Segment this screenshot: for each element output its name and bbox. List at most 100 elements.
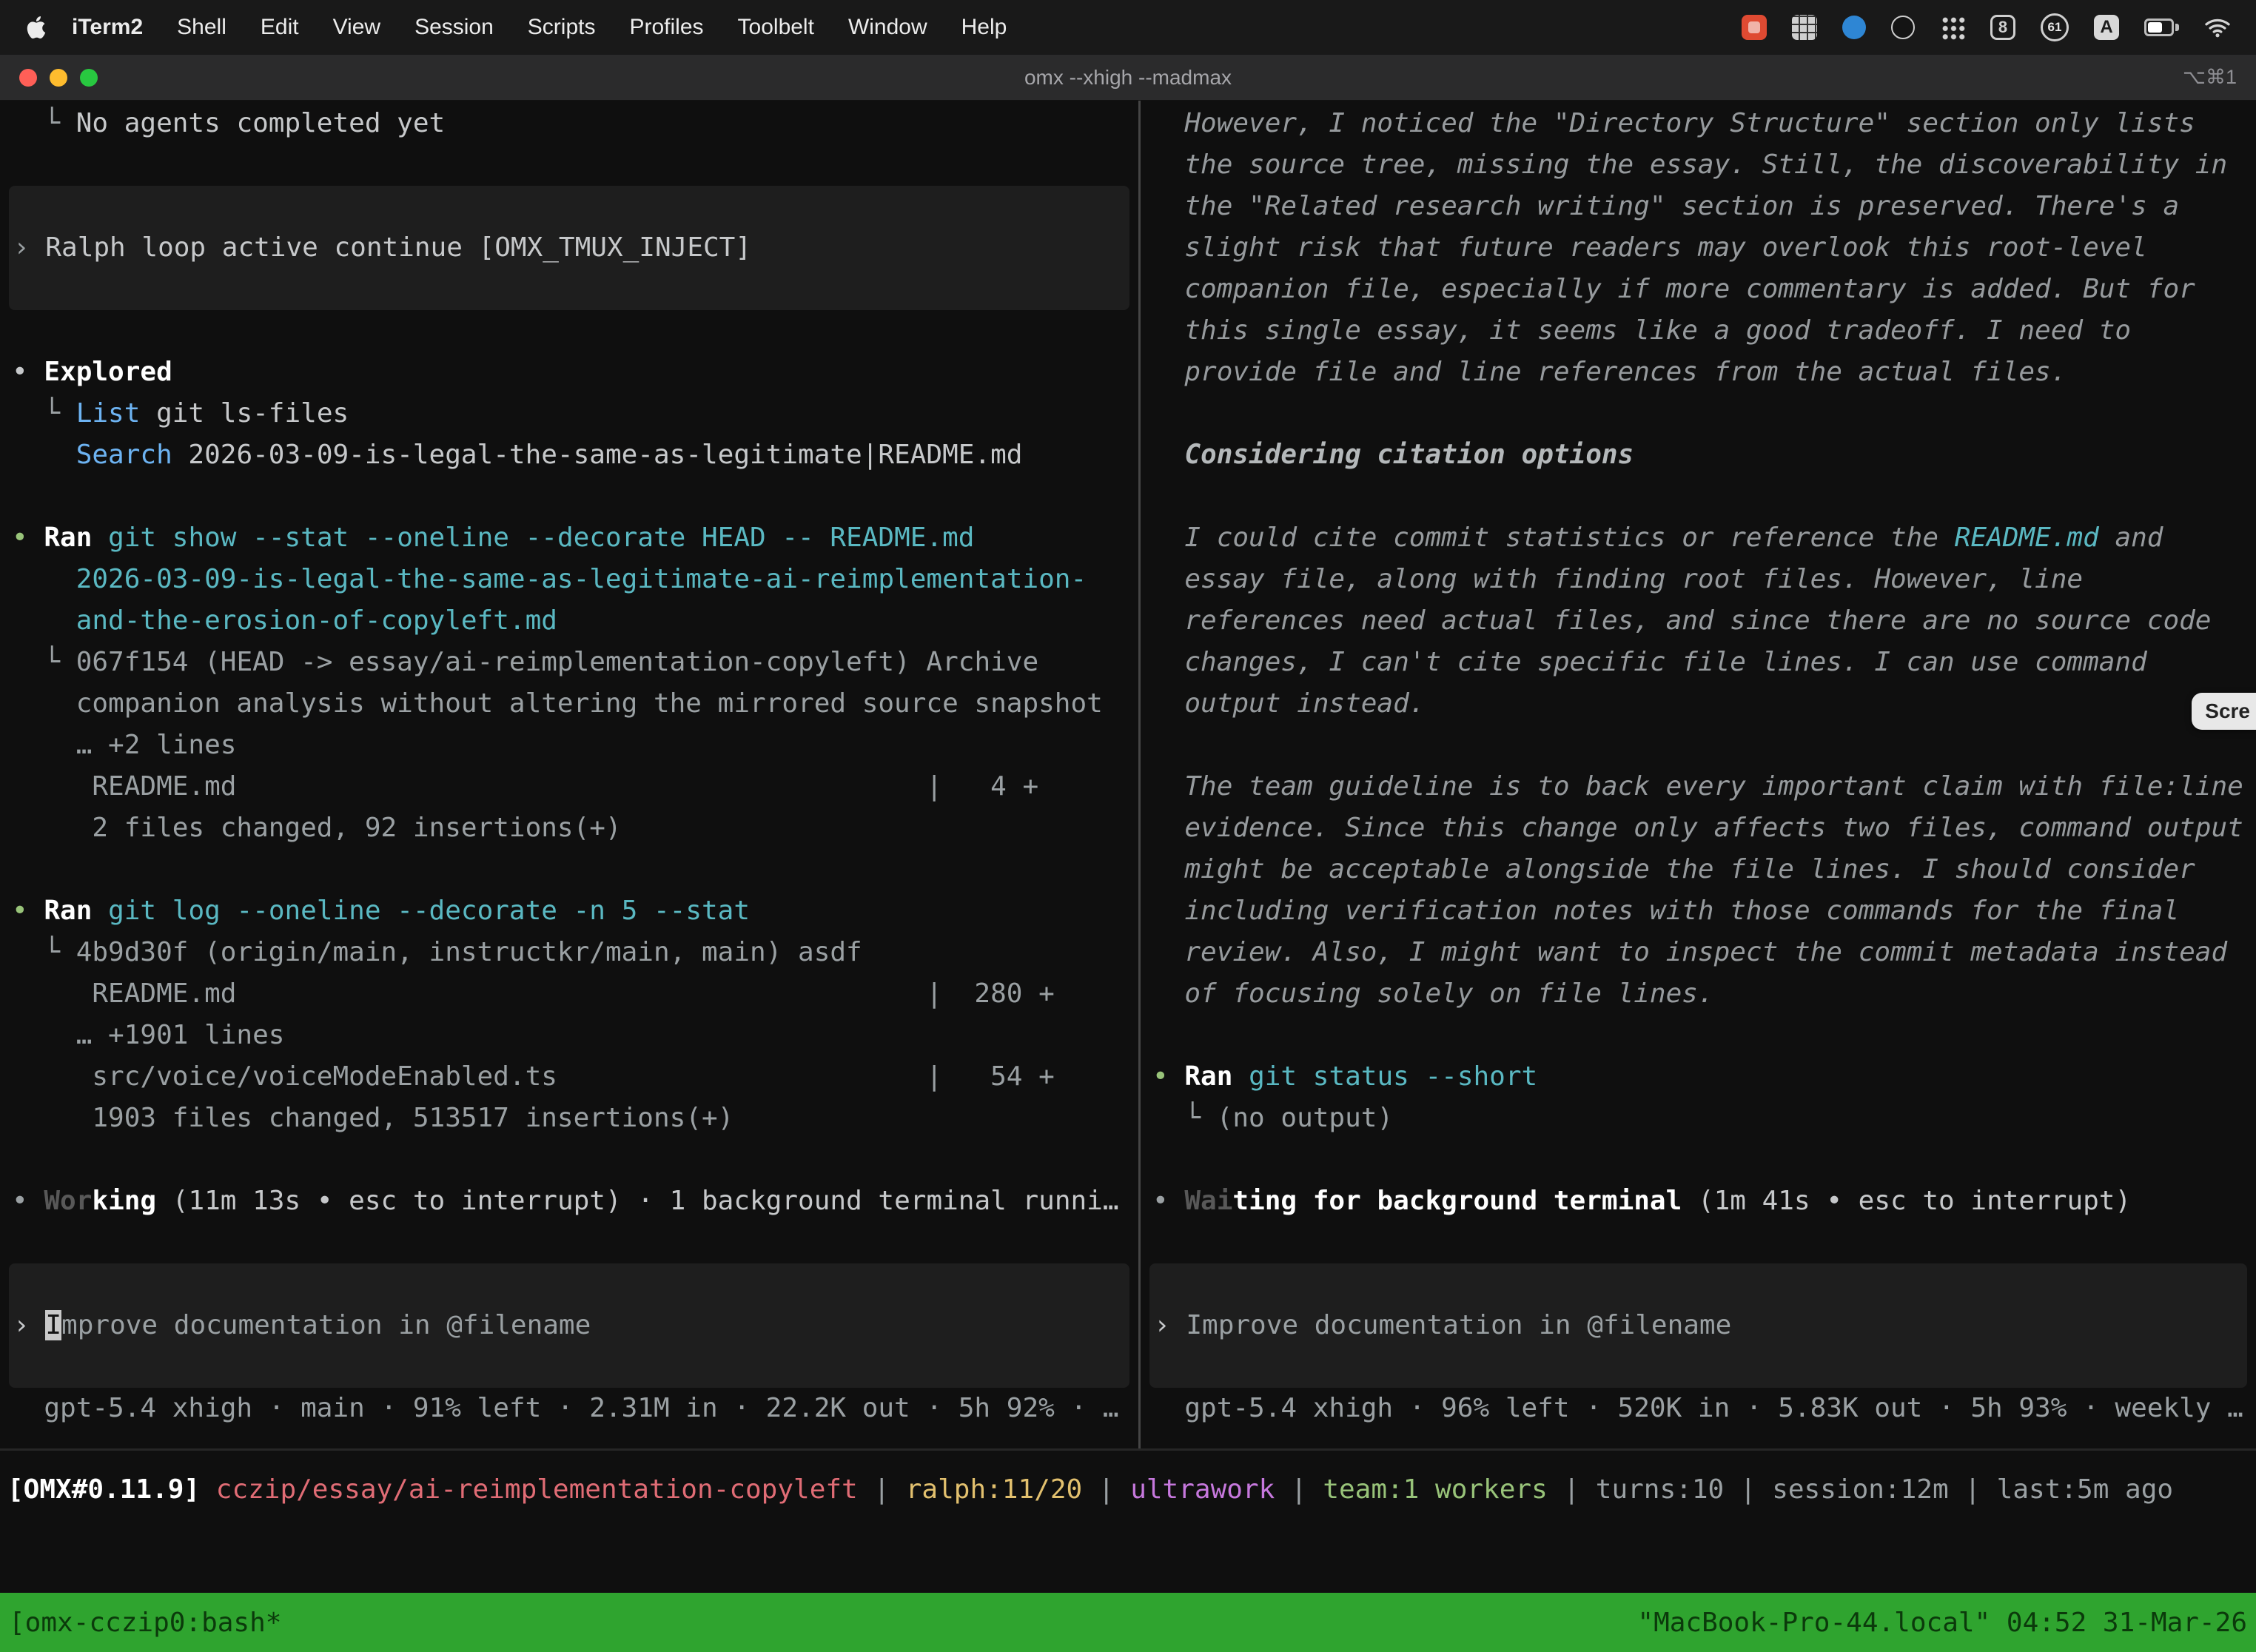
text-segment: 1903 files changed, 513517 insertions(+) [12, 1103, 733, 1133]
terminal-line: output instead. [1141, 683, 2256, 725]
waiting-status: • Waiting for background terminal (1m 41… [1141, 1181, 2256, 1222]
blue-app-icon[interactable] [1842, 16, 1866, 39]
text-segment: including verification notes with those … [1152, 896, 2179, 926]
terminal-line: • Ran git log --oneline --decorate -n 5 … [0, 890, 1138, 932]
omx-status-line: [OMX#0.11.9] cczip/essay/ai-reimplementa… [0, 1469, 2256, 1511]
text-segment: • [1152, 1186, 1184, 1216]
text-segment: ting for background terminal [1232, 1186, 1682, 1216]
terminal-line: references need actual files, and since … [1141, 600, 2256, 642]
blank-line [1141, 393, 2256, 434]
omx-mode: ultrawork [1130, 1474, 1275, 1505]
text-segment: › [13, 232, 45, 263]
text-segment: git status --short [1249, 1061, 1537, 1092]
menu-item-help[interactable]: Help [944, 15, 1024, 39]
text-segment: └ [1152, 1103, 1217, 1133]
blank-line [1141, 1222, 2256, 1263]
pane-bottom-rule [0, 1448, 2256, 1451]
terminal-line: I could cite commit statistics or refere… [1141, 517, 2256, 559]
minimize-button[interactable] [50, 69, 67, 87]
terminal-line: slight risk that future readers may over… [1141, 227, 2256, 269]
session-stats: gpt-5.4 xhigh · 96% left · 520K in · 5.8… [1141, 1388, 2256, 1429]
session-stats: gpt-5.4 xhigh · main · 91% left · 2.31M … [0, 1388, 1138, 1429]
terminal-line: The team guideline is to back every impo… [1141, 766, 2256, 807]
text-segment: | [1275, 1474, 1323, 1505]
password-app-icon[interactable]: 8 [1990, 15, 2015, 40]
menu-item-scripts[interactable]: Scripts [511, 15, 613, 39]
text-segment: git log --oneline --decorate -n 5 --stat [108, 896, 750, 926]
text-segment: slight risk that future readers may over… [1152, 232, 2147, 263]
text-segment: └ [12, 647, 76, 677]
terminal-line: └ 067f154 (HEAD -> essay/ai-reimplementa… [0, 642, 1138, 683]
menu-item-toolbelt[interactable]: Toolbelt [721, 15, 831, 39]
battery-icon[interactable] [2144, 19, 2179, 36]
menu-item-profiles[interactable]: Profiles [612, 15, 720, 39]
dark-app-icon[interactable] [1891, 16, 1915, 39]
tmux-host-clock: "MacBook-Pro-44.local" 04:52 31-Mar-26 [1637, 1608, 2247, 1638]
right-pane: However, I noticed the "Directory Struct… [1141, 101, 2256, 1448]
text-segment: The team guideline is to back every impo… [1152, 771, 2243, 802]
apple-menu-icon[interactable] [25, 15, 47, 40]
blank-line [0, 310, 1138, 352]
tmux-session-window: [omx-cczip0:bash* [9, 1608, 281, 1638]
left-pane: └ No agents completed yet› Ralph loop ac… [0, 101, 1138, 1448]
screen-overlay-button[interactable]: Scre [2192, 693, 2256, 730]
text-segment: README.md | 4 + [12, 771, 1038, 802]
fullscreen-button[interactable] [80, 69, 98, 87]
battery-fill [2148, 22, 2162, 33]
grid-app-icon[interactable] [1792, 15, 1817, 40]
text-segment: • [12, 896, 44, 926]
menu-item-iterm2[interactable]: iTerm2 [55, 15, 160, 39]
text-segment: might be acceptable alongside the file l… [1152, 854, 2195, 884]
close-button[interactable] [19, 69, 37, 87]
terminal-line: this single essay, it seems like a good … [1141, 310, 2256, 352]
terminal-line: src/voice/voiceModeEnabled.ts | 54 + [0, 1056, 1138, 1098]
terminal-line: and-the-erosion-of-copyleft.md [0, 600, 1138, 642]
text-segment: | [1548, 1474, 1596, 1505]
app-launcher-icon[interactable] [1940, 15, 1965, 40]
text-segment: review. Also, I might want to inspect th… [1152, 937, 2227, 967]
terminal-line: • Explored [0, 352, 1138, 393]
text-segment: output instead. [1152, 688, 1425, 719]
blank-line [1141, 476, 2256, 517]
menu-bar-menus: iTerm2ShellEditViewSessionScriptsProfile… [25, 15, 1024, 40]
blank-line [1141, 1139, 2256, 1181]
input-source-icon[interactable]: A [2094, 15, 2119, 40]
menu-item-shell[interactable]: Shell [160, 15, 244, 39]
text-segment: README.md [1955, 523, 2099, 553]
blank-line [0, 476, 1138, 517]
text-segment: 2026-03-09-is-legal-the-same-as-legitima… [172, 440, 1023, 470]
prompt-input[interactable]: › Improve documentation in @filename [1149, 1263, 2247, 1388]
battery-percent-icon[interactable]: 61 [2041, 13, 2069, 41]
terminal-line: changes, I can't cite specific file line… [1141, 642, 2256, 683]
wifi-icon[interactable] [2204, 16, 2231, 38]
omx-ralph-counter: ralph:11/20 [906, 1474, 1082, 1505]
text-segment: of focusing solely on file lines. [1152, 978, 1714, 1009]
menu-item-edit[interactable]: Edit [244, 15, 316, 39]
prompt-input[interactable]: › Improve documentation in @filename [9, 1263, 1129, 1388]
terminal-line: └ (no output) [1141, 1098, 2256, 1139]
text-segment: and [2099, 523, 2163, 553]
menu-item-session[interactable]: Session [397, 15, 511, 39]
menu-item-view[interactable]: View [316, 15, 397, 39]
screen-recording-icon[interactable] [1742, 15, 1767, 40]
terminal-line: └ 4b9d30f (origin/main, instructkr/main,… [0, 932, 1138, 973]
window-title-bar[interactable]: omx --xhigh --madmax ⌥⌘1 [0, 55, 2256, 101]
omx-session-time: session:12m [1772, 1474, 1948, 1505]
omx-version: [OMX#0.11.9] [7, 1474, 216, 1505]
omx-team: team:1 workers [1323, 1474, 1547, 1505]
text-segment: | [1949, 1474, 1997, 1505]
terminal-line: companion analysis without altering the … [0, 683, 1138, 725]
text-segment: Ralph loop active continue [OMX_TMUX_INJ… [45, 232, 751, 263]
terminal-line: • Ran git status --short [1141, 1056, 2256, 1098]
terminal-window: └ No agents completed yet› Ralph loop ac… [0, 101, 2256, 1652]
text-segment: git show --stat --oneline --decorate HEA… [108, 523, 974, 553]
menu-item-window[interactable]: Window [831, 15, 944, 39]
terminal-line: 2026-03-09-is-legal-the-same-as-legitima… [0, 559, 1138, 600]
menu-bar: iTerm2ShellEditViewSessionScriptsProfile… [0, 0, 2256, 55]
terminal-line: README.md | 4 + [0, 766, 1138, 807]
terminal-line: the source tree, missing the essay. Stil… [1141, 144, 2256, 186]
text-segment: changes, I can't cite specific file line… [1152, 647, 2147, 677]
omx-branch: cczip/essay/ai-reimplementation-copyleft [216, 1474, 858, 1505]
text-segment: Search [76, 440, 172, 470]
prompt-input-text: › Improve documentation in @filename [9, 1305, 1129, 1346]
